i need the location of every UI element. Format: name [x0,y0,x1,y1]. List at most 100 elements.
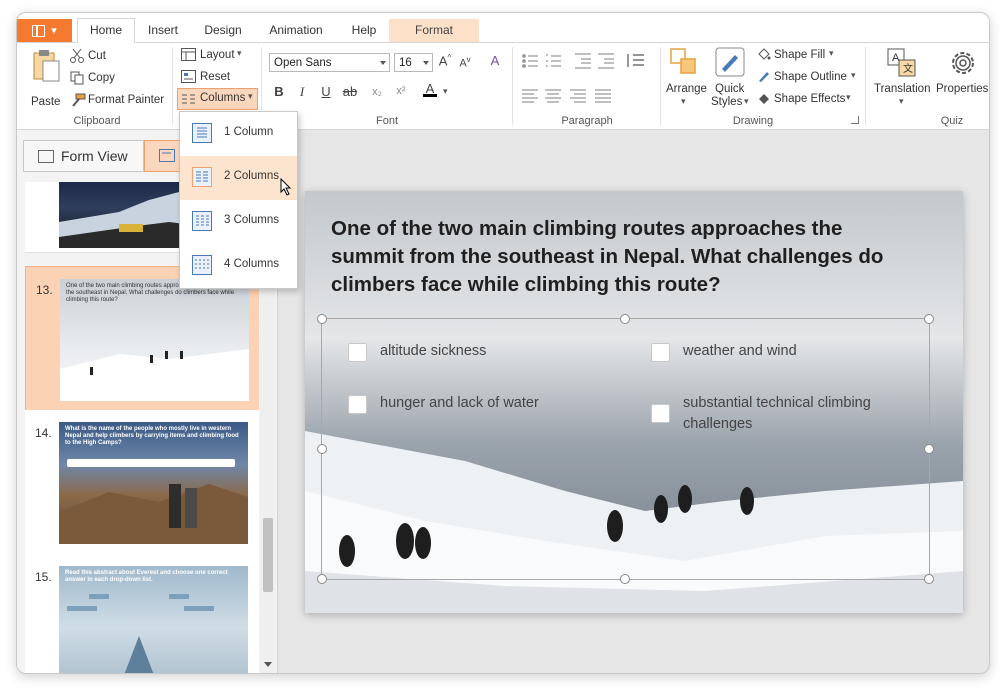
slide-thumbnail[interactable]: 14. What is the name of the people who m… [25,410,259,555]
quiz-group-label: Quiz [940,115,964,127]
form-view-label: Form View [61,148,128,164]
bold-button[interactable]: B [271,84,287,99]
font-group-label: Font [375,115,398,127]
quick-styles-icon[interactable] [715,47,745,79]
layout-dropdown-icon: ▾ [237,48,242,58]
ribbon-separator [660,47,661,125]
paste-icon [33,50,60,82]
font-family-value: Open Sans [274,57,332,69]
resize-handle[interactable] [317,314,327,324]
resize-handle[interactable] [317,444,327,454]
resize-handle[interactable] [317,574,327,584]
quick-styles-label-2: Styles [711,96,743,108]
arrange-button[interactable]: Arrange [666,83,707,95]
resize-handle[interactable] [924,314,934,324]
scroll-thumb[interactable] [263,518,273,592]
translation-icon[interactable]: A 文 [887,48,917,78]
option-label: altitude sickness [380,343,487,359]
reset-button[interactable]: Reset [200,71,230,83]
tab-format[interactable]: Format [389,19,479,42]
tab-design[interactable]: Design [195,19,251,42]
drawing-group-label: Drawing [732,115,774,127]
slide-number: 13. [36,283,53,297]
superscript-icon[interactable]: x² [393,85,409,97]
italic-button[interactable]: I [294,84,310,100]
properties-button[interactable]: Properties [936,83,988,95]
columns-menu: 1 Column 2 Columns 3 Columns 4 Columns [179,111,298,289]
underline-button[interactable]: U [318,84,334,99]
font-family-select[interactable]: Open Sans [269,53,390,72]
menu-item-1-column[interactable]: 1 Column [180,112,297,156]
shape-outline-dropdown-icon: ▾ [851,70,856,80]
arrange-icon[interactable] [669,47,701,79]
scroll-down-icon[interactable] [264,662,272,667]
mouse-cursor-icon [280,178,292,196]
numbering-icon [546,54,561,67]
justify-icon [595,89,611,103]
option-checkbox[interactable] [348,395,367,414]
menu-item-4-columns[interactable]: 4 Columns [180,244,297,288]
resize-handle[interactable] [924,444,934,454]
shape-fill-button[interactable]: Shape Fill [774,49,825,61]
paste-button[interactable] [31,49,61,90]
ribbon-separator [512,47,513,125]
paragraph-icons[interactable] [522,53,662,113]
clipboard-group-label: Clipboard [73,115,121,127]
clear-formatting-icon[interactable]: A [487,53,503,68]
shrink-font-icon[interactable]: Av [457,55,473,70]
one-column-icon [192,123,212,143]
bullets-icon [522,54,538,68]
slide-number: 15. [35,570,52,584]
resize-handle[interactable] [620,314,630,324]
format-painter-button[interactable]: Format Painter [88,94,164,106]
shape-fill-dropdown-icon: ▾ [829,48,834,58]
slide-canvas[interactable]: One of the two main climbing routes appr… [305,191,963,613]
paste-label: Paste [31,96,61,108]
tab-insert[interactable]: Insert [139,19,187,42]
copy-icon [70,71,84,90]
translation-button[interactable]: Translation [874,83,930,95]
resize-handle[interactable] [924,574,934,584]
shape-effects-button[interactable]: Shape Effects [774,93,845,105]
slide-thumbnail[interactable]: 15. Read this abstract about Everest and… [25,554,259,673]
thumbnail-image: What is the name of the people who mostl… [59,422,248,544]
font-color-dropdown-icon[interactable]: ▾ [443,86,448,97]
translation-dropdown-icon: ▾ [899,96,904,106]
four-columns-icon [192,255,212,275]
shape-fill-icon [757,48,771,66]
answer-options-box[interactable]: altitude sickness weather and wind hunge… [317,314,934,584]
paragraph-group-label: Paragraph [561,115,613,127]
layout-button[interactable]: Layout [200,49,235,61]
decrease-indent-icon [575,53,591,69]
font-size-select[interactable]: 16 [394,53,433,72]
shape-effects-icon [757,92,771,110]
question-text[interactable]: One of the two main climbing routes appr… [331,215,921,299]
tab-animation[interactable]: Animation [261,19,331,42]
columns-button[interactable]: Columns ▾ [177,88,258,110]
app-menu-button[interactable]: ▾ [17,19,72,42]
align-left-icon [522,89,538,103]
menu-item-2-columns[interactable]: 2 Columns [180,156,297,200]
two-columns-icon [192,167,212,187]
copy-button[interactable]: Copy [88,72,115,84]
menu-item-3-columns[interactable]: 3 Columns [180,200,297,244]
gear-icon[interactable] [947,47,979,79]
grow-font-icon[interactable]: A^ [437,53,453,68]
cut-button[interactable]: Cut [88,50,106,62]
tab-help[interactable]: Help [340,19,388,42]
menu-item-label: 1 Column [224,126,274,138]
option-label: hunger and lack of water [380,395,539,411]
tab-home[interactable]: Home [77,18,135,43]
form-view-button[interactable]: Form View [23,140,144,172]
resize-handle[interactable] [620,574,630,584]
font-color-icon[interactable]: A [422,81,438,97]
ribbon-separator [172,47,173,125]
menu-item-label: 4 Columns [224,258,279,270]
option-checkbox[interactable] [651,343,670,362]
strikethrough-button[interactable]: ab [342,84,358,99]
shape-outline-button[interactable]: Shape Outline [774,71,847,83]
option-checkbox[interactable] [348,343,367,362]
option-checkbox[interactable] [651,404,670,423]
dialog-launcher-icon[interactable] [851,116,859,124]
subscript-icon[interactable]: x₂ [369,86,385,98]
